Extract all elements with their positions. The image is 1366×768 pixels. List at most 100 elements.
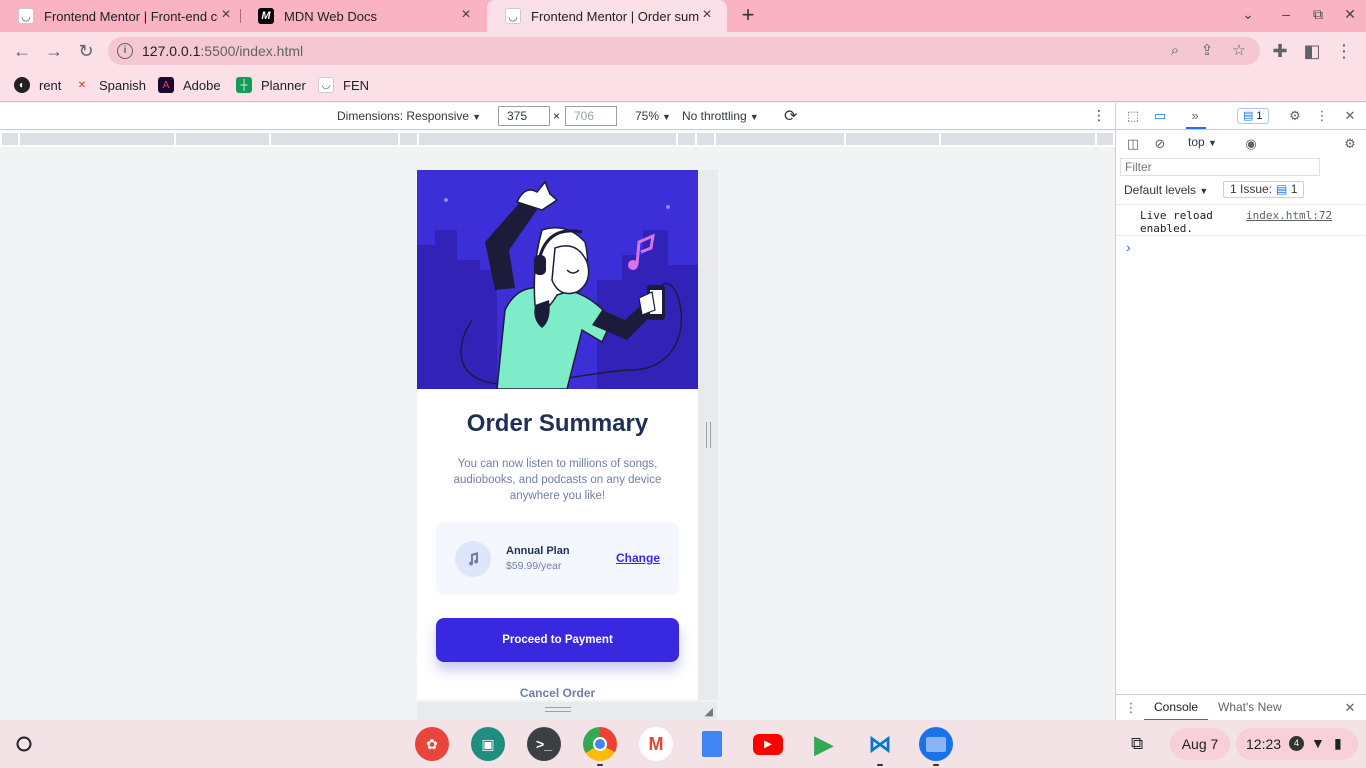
bookmark-planner[interactable]: ┼ Planner [236,77,306,93]
url-path: :5500/index.html [200,43,304,59]
reload-icon[interactable]: ↻ [75,40,97,62]
proceed-to-payment-button[interactable]: Proceed to Payment [436,618,679,662]
cancel-order-button[interactable]: Cancel Order [417,686,698,700]
files-icon[interactable] [919,727,953,761]
bookmark-label: Spanish [99,77,146,93]
width-input[interactable]: 375 [498,106,550,126]
forward-icon[interactable]: → [43,40,65,62]
drawer-tab-console[interactable]: Console [1144,695,1209,721]
bookmark-star-icon[interactable]: ☆ [1230,42,1248,60]
context-selector[interactable]: top ▼ [1188,135,1217,149]
times-sign: × [553,109,561,123]
gmail-icon[interactable]: M [639,727,673,761]
tab-strip: ◡ Frontend Mentor | Front-end cod × M MD… [0,0,1366,32]
maximize-icon[interactable]: ⧉ [1308,6,1328,26]
close-tab-icon[interactable]: × [458,7,474,24]
filter-input[interactable]: Filter [1120,158,1320,176]
launcher-icon[interactable] [12,732,36,756]
drawer-menu-icon[interactable]: ⋮ [1122,699,1140,717]
notification-count-badge: 4 [1289,736,1304,751]
holding-space-icon[interactable]: ⧉ [1131,734,1143,754]
issues-badge[interactable]: ▤ 1 [1237,108,1269,124]
chrome-menu-icon[interactable]: ⋮ [1333,40,1355,62]
more-tabs-icon[interactable]: » [1186,107,1204,125]
chrome-icon[interactable] [583,727,617,761]
customize-icon[interactable]: ⋮ [1313,107,1331,125]
music-icon [455,541,491,577]
youtube-icon[interactable]: ▶ [751,727,785,761]
vscode-icon[interactable]: ⋈ [863,727,897,761]
plan-price: $59.99/year [506,560,562,572]
classroom-icon[interactable]: ▣ [471,727,505,761]
docs-icon[interactable] [695,727,729,761]
device-frame: Order Summary You can now listen to mill… [417,170,698,700]
site-info-icon[interactable]: i [117,43,133,59]
bookmark-adobe[interactable]: A Adobe [158,77,221,93]
caret-down-icon: ▼ [1208,138,1217,148]
height-resize-handle[interactable]: ◢ [417,702,717,720]
globe-icon: ◐ [14,77,30,93]
play-store-icon[interactable]: ▶ [807,727,841,761]
inspect-element-icon[interactable]: ⬚ [1124,107,1142,125]
throttling-dropdown[interactable]: No throttling ▼ [682,109,759,123]
close-devtools-icon[interactable]: ✕ [1341,107,1359,125]
zoom-dropdown[interactable]: 75% ▼ [635,109,671,123]
settings-icon[interactable]: ⚙ [1286,107,1304,125]
hero-illustration [417,170,698,389]
close-drawer-icon[interactable]: ✕ [1341,699,1359,717]
tab-search-icon[interactable]: ⌄ [1238,6,1258,26]
bookmark-spanish[interactable]: ✕ Spanish [74,77,146,93]
minimize-icon[interactable]: – [1276,6,1296,26]
bookmark-fen[interactable]: ◡ FEN [318,77,369,93]
device-toolbar-icon[interactable]: ▭ [1151,107,1169,125]
devtools-panel: ⬚ ▭ » ▤ 1 ⚙ ⋮ ✕ ◫ ⊘ top ▼ ◉ ⚙ Filter Defa… [1115,103,1366,721]
width-resize-handle[interactable] [706,422,711,448]
drawer-tab-whats-new[interactable]: What's New [1218,695,1282,720]
context-label: top [1188,135,1205,149]
log-levels-dropdown[interactable]: Default levels ▼ [1124,183,1208,197]
new-tab-button[interactable]: + [736,4,760,28]
adobe-express-icon[interactable]: ✿ [415,727,449,761]
close-window-icon[interactable]: ✕ [1340,6,1360,26]
extensions-icon[interactable]: ✚ [1269,40,1291,62]
clear-console-icon[interactable]: ⊘ [1151,135,1169,153]
console-message-text: Live reload enabled. [1140,209,1213,235]
side-panel-icon[interactable]: ◧ [1301,40,1323,62]
dancing-person-illustration [417,170,698,389]
os-shelf: ✿ ▣ >_ M ▶ ▶ ⋈ ⧉ Aug 7 12:23 4 ▼ ▮ [0,720,1366,768]
running-indicator [597,764,603,766]
change-plan-link[interactable]: Change [616,551,660,565]
devtools-toolbar: ⬚ ▭ » ▤ 1 ⚙ ⋮ ✕ [1116,103,1366,130]
tab-frontend-mentor[interactable]: ◡ Frontend Mentor | Front-end cod × [0,0,246,32]
date-tray[interactable]: Aug 7 [1170,728,1230,760]
height-input[interactable]: 706 [565,106,617,126]
address-bar[interactable]: i 127.0.0.1:5500/index.html ⌕ ⇪ ☆ [108,37,1260,65]
bookmark-label: Planner [261,77,306,93]
sidebar-toggle-icon[interactable]: ◫ [1124,135,1142,153]
running-indicator [933,764,939,766]
tab-mdn[interactable]: M MDN Web Docs × [240,0,486,32]
corner-resize-icon[interactable]: ◢ [705,705,713,718]
bookmark-rent[interactable]: ◐ rent [14,77,61,93]
status-tray[interactable]: 12:23 4 ▼ ▮ [1236,728,1358,760]
live-expression-icon[interactable]: ◉ [1242,135,1260,153]
rotate-icon[interactable]: ⟳ [784,106,797,126]
console-source-link[interactable]: index.html:72 [1246,209,1332,222]
console-prompt[interactable]: › [1126,239,1131,255]
dimensions-dropdown[interactable]: Dimensions: Responsive ▼ [337,109,481,123]
bookmark-label: FEN [343,77,369,93]
terminal-icon[interactable]: >_ [527,727,561,761]
issues-button[interactable]: 1 Issue: ▤ 1 [1223,181,1305,198]
close-tab-icon[interactable]: × [699,7,715,24]
zoom-icon[interactable]: ⌕ [1166,42,1184,60]
message-icon: ▤ [1243,110,1254,122]
running-indicator [877,764,883,766]
caret-down-icon: ▼ [662,112,671,122]
more-options-icon[interactable]: ⋮ [1092,107,1106,124]
tab-order-summary[interactable]: ◡ Frontend Mentor | Order summa × [487,0,727,32]
back-icon[interactable]: ← [11,40,33,62]
share-icon[interactable]: ⇪ [1198,42,1216,60]
close-tab-icon[interactable]: × [218,7,234,24]
emulated-viewport: Order Summary You can now listen to mill… [0,147,1115,720]
console-settings-icon[interactable]: ⚙ [1341,135,1359,153]
